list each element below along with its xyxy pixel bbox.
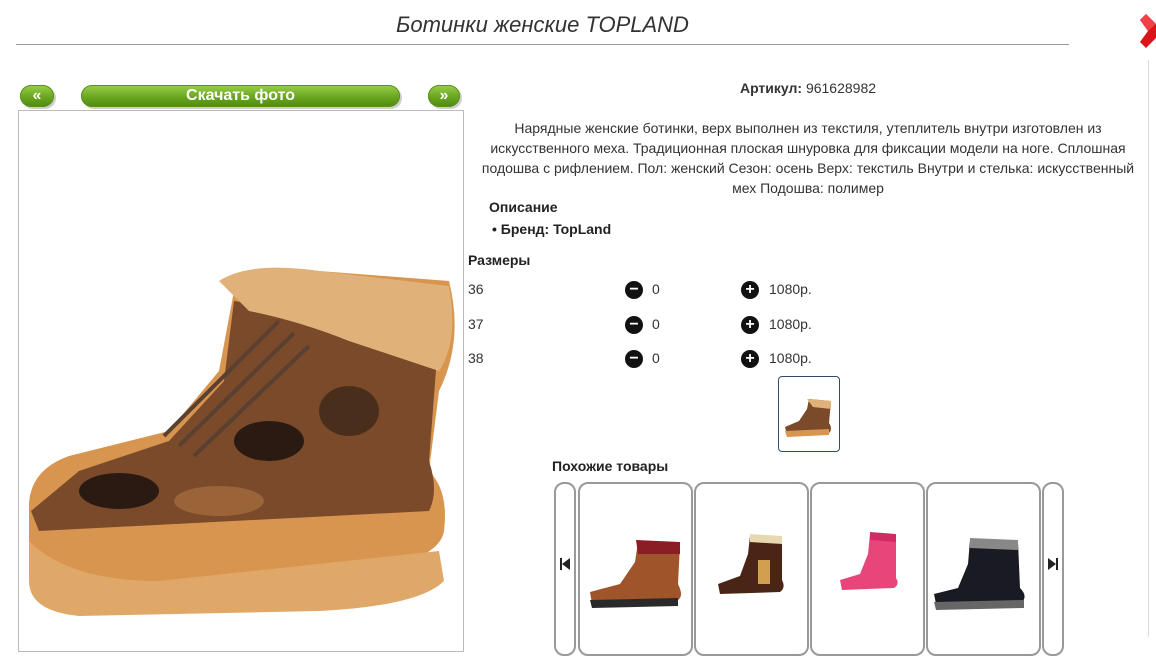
similar-heading: Похожие товары bbox=[552, 458, 669, 474]
boot-image bbox=[28, 267, 455, 616]
size-qty: 0 bbox=[652, 350, 660, 366]
size-qty: 0 bbox=[652, 281, 660, 297]
similar-item[interactable] bbox=[694, 482, 809, 656]
plus-circle-icon[interactable]: + bbox=[741, 316, 759, 334]
plus-circle-icon[interactable]: + bbox=[741, 281, 759, 299]
size-value: 38 bbox=[468, 350, 484, 366]
similar-next-button[interactable] bbox=[1042, 482, 1064, 656]
size-price: 1080р. bbox=[769, 281, 812, 297]
next-photo-button[interactable]: » bbox=[428, 85, 460, 107]
page-title: Ботинки женские TOPLAND bbox=[16, 12, 1069, 45]
red-arrow-icon[interactable] bbox=[1140, 14, 1156, 48]
size-price: 1080р. bbox=[769, 316, 812, 332]
size-row: 37 − 0 + 1080р. bbox=[468, 316, 868, 336]
page-divider bbox=[1148, 60, 1149, 637]
size-qty: 0 bbox=[652, 316, 660, 332]
similar-item[interactable] bbox=[578, 482, 693, 656]
product-photo[interactable] bbox=[18, 110, 464, 652]
plus-circle-icon[interactable]: + bbox=[741, 350, 759, 368]
size-row: 36 − 0 + 1080р. bbox=[468, 281, 868, 301]
sizes-heading: Размеры bbox=[468, 252, 531, 268]
size-value: 36 bbox=[468, 281, 484, 297]
minus-circle-icon[interactable]: − bbox=[625, 350, 643, 368]
brand-item: • Бренд: TopLand bbox=[492, 221, 611, 237]
similar-item[interactable] bbox=[926, 482, 1041, 656]
similar-boot-image bbox=[590, 540, 681, 608]
brand-label: Бренд: TopLand bbox=[500, 221, 612, 237]
thumbnail-boot-image bbox=[785, 399, 831, 437]
similar-item[interactable] bbox=[810, 482, 925, 656]
similar-boot-image bbox=[934, 538, 1025, 610]
skip-back-icon bbox=[560, 558, 570, 570]
size-price: 1080р. bbox=[769, 350, 812, 366]
minus-circle-icon[interactable]: − bbox=[625, 316, 643, 334]
article-line: Артикул: 961628982 bbox=[470, 80, 1146, 96]
size-value: 37 bbox=[468, 316, 484, 332]
minus-circle-icon[interactable]: − bbox=[625, 281, 643, 299]
download-photo-button[interactable]: Скачать фото bbox=[81, 85, 400, 107]
article-label: Артикул: bbox=[739, 80, 803, 96]
size-row: 38 − 0 + 1080р. bbox=[468, 350, 868, 370]
description-heading: Описание bbox=[489, 199, 558, 215]
product-description: Нарядные женские ботинки, верх выполнен … bbox=[481, 120, 1135, 196]
bullet: • bbox=[492, 221, 501, 237]
photo-thumbnail[interactable] bbox=[778, 376, 840, 452]
skip-forward-icon bbox=[1048, 558, 1058, 570]
article-value: 961628982 bbox=[805, 80, 877, 96]
similar-boot-image bbox=[840, 532, 898, 590]
similar-boot-image bbox=[718, 534, 784, 594]
similar-prev-button[interactable] bbox=[554, 482, 576, 656]
prev-photo-button[interactable]: « bbox=[20, 85, 54, 107]
